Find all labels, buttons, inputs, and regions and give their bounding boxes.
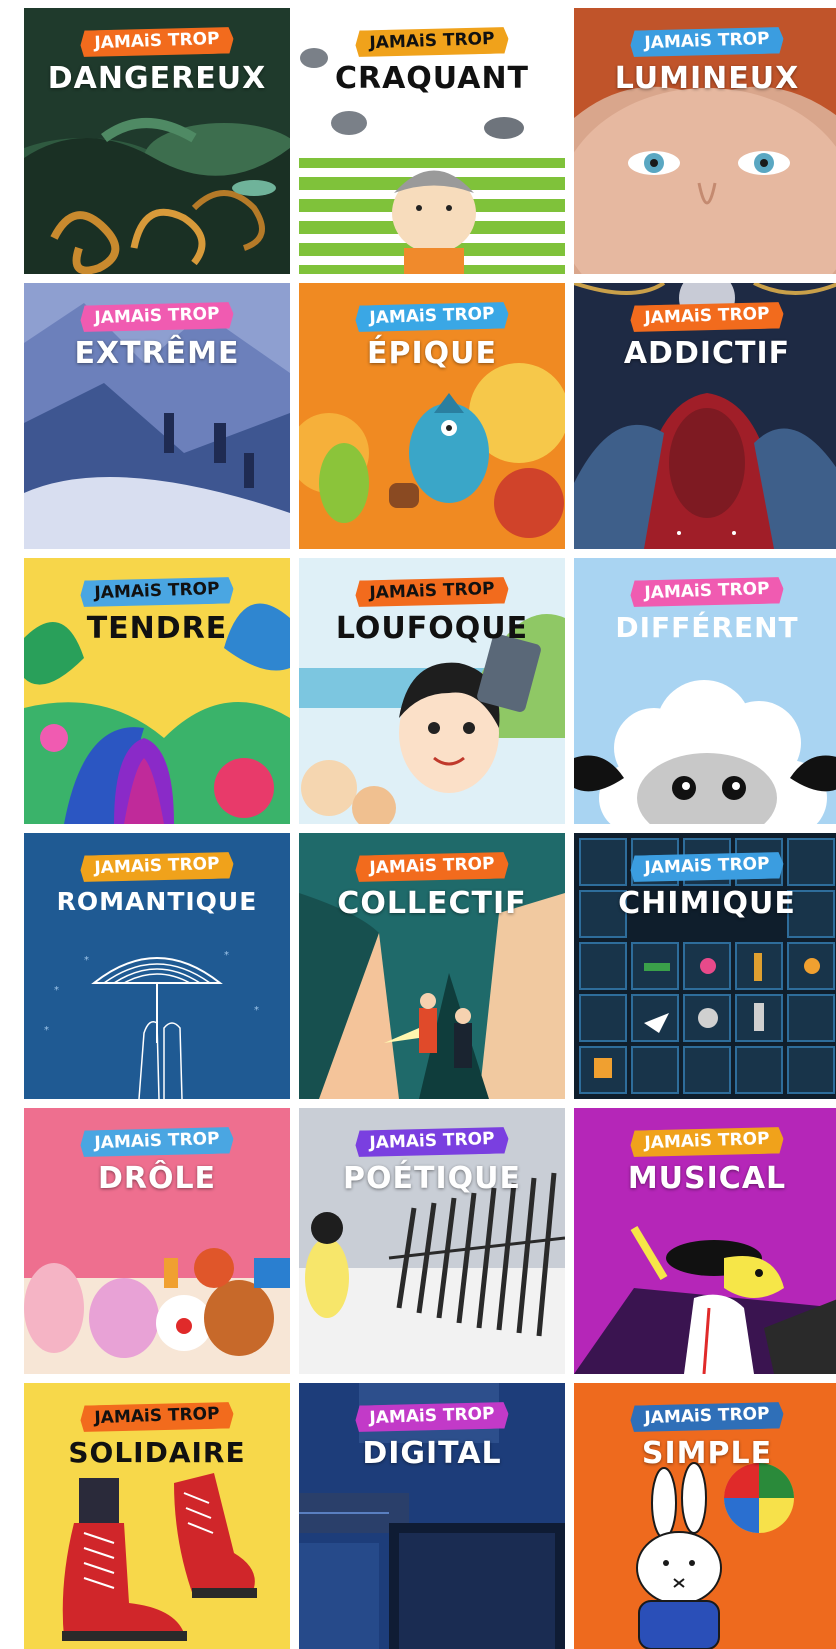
tile-title: DANGEREUX	[47, 61, 267, 96]
tile-simple[interactable]: JAMAiS TROP SIMPLE	[574, 1383, 836, 1649]
tag-label: JAMAiS TROP	[355, 1400, 509, 1433]
tile-lumineux[interactable]: JAMAiS TROP LUMINEUX	[574, 8, 836, 274]
tag-label: JAMAiS TROP	[630, 25, 784, 58]
tile-tendre[interactable]: JAMAiS TROP TENDRE	[24, 558, 290, 824]
tile-collectif[interactable]: JAMAiS TROP COLLECTIF	[299, 833, 565, 1099]
tile-craquant[interactable]: JAMAiS TROP CRAQUANT	[299, 8, 565, 274]
tile-title: DIFFÉRENT	[615, 611, 799, 644]
tile-loufoque[interactable]: JAMAiS TROP LOUFOQUE	[299, 558, 565, 824]
svg-text:*: *	[54, 985, 59, 996]
tile-epique[interactable]: JAMAiS TROP ÉPIQUE	[299, 283, 565, 549]
tile-poetique[interactable]: JAMAiS TROP POÉTIQUE	[299, 1108, 565, 1374]
tile-musical[interactable]: JAMAiS TROP MUSICAL	[574, 1108, 836, 1374]
tag-label: JAMAiS TROP	[355, 850, 509, 883]
tag-label: JAMAiS TROP	[355, 1125, 509, 1158]
tile-title: ROMANTIQUE	[56, 887, 258, 916]
tile-title: CRAQUANT	[334, 61, 530, 96]
tile-dangereux[interactable]: JAMAiS TROP DANGEREUX	[24, 8, 290, 274]
tile-title: MUSICAL	[627, 1161, 787, 1196]
tag-label: JAMAiS TROP	[355, 25, 509, 58]
tag-label: JAMAiS TROP	[630, 1400, 784, 1433]
tile-title: DIGITAL	[362, 1436, 502, 1471]
tile-title: EXTRÊME	[74, 336, 240, 371]
tag-label: JAMAiS TROP	[80, 850, 234, 883]
tile-title: POÉTIQUE	[343, 1161, 521, 1196]
theme-grid: JAMAiS TROP DANGEREUX JAMAiS TROP CRAQUA…	[24, 8, 836, 1649]
tile-title: SOLIDAIRE	[68, 1436, 246, 1469]
tag-label: JAMAiS TROP	[355, 300, 509, 333]
svg-text:*: *	[84, 955, 89, 966]
tag-label: JAMAiS TROP	[80, 1400, 234, 1433]
tag-label: JAMAiS TROP	[80, 1125, 234, 1158]
tile-different[interactable]: JAMAiS TROP DIFFÉRENT	[574, 558, 836, 824]
tile-title: ÉPIQUE	[367, 336, 497, 371]
tag-label: JAMAiS TROP	[80, 25, 234, 58]
tile-title: ADDICTIF	[623, 336, 791, 371]
svg-text:*: *	[254, 1005, 259, 1016]
tag-label: JAMAiS TROP	[355, 575, 509, 608]
tile-solidaire[interactable]: JAMAiS TROP SOLIDAIRE	[24, 1383, 290, 1649]
tag-label: JAMAiS TROP	[80, 575, 234, 608]
tile-title: DRÔLE	[97, 1161, 217, 1196]
tile-title: COLLECTIF	[337, 886, 527, 921]
tile-title: CHIMIQUE	[618, 886, 796, 921]
tile-addictif[interactable]: JAMAiS TROP ADDICTIF	[574, 283, 836, 549]
tag-label: JAMAiS TROP	[630, 300, 784, 333]
tile-digital[interactable]: JAMAiS TROP DIGITAL	[299, 1383, 565, 1649]
tag-label: JAMAiS TROP	[630, 850, 784, 883]
tile-extreme[interactable]: JAMAiS TROP EXTRÊME	[24, 283, 290, 549]
tag-label: JAMAiS TROP	[630, 575, 784, 608]
tile-drole[interactable]: JAMAiS TROP DRÔLE	[24, 1108, 290, 1374]
svg-text:*: *	[44, 1025, 49, 1036]
tile-chimique[interactable]: JAMAiS TROP CHIMIQUE	[574, 833, 836, 1099]
svg-text:*: *	[224, 950, 229, 961]
tag-label: JAMAiS TROP	[80, 300, 234, 333]
tile-title: LOUFOQUE	[335, 611, 529, 646]
tile-title: TENDRE	[86, 611, 228, 646]
tile-romantique[interactable]: * * * * * JAMAiS TROP ROMANTIQUE	[24, 833, 290, 1099]
tag-label: JAMAiS TROP	[630, 1125, 784, 1158]
tile-title: LUMINEUX	[614, 61, 800, 96]
tile-title: SIMPLE	[641, 1436, 773, 1471]
